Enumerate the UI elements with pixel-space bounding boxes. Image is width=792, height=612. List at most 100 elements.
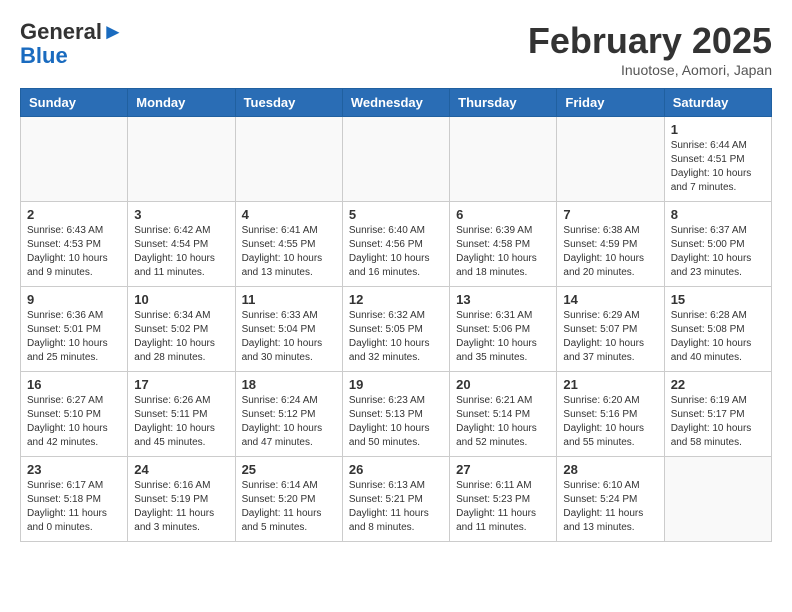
day-info: Sunrise: 6:32 AM Sunset: 5:05 PM Dayligh… bbox=[349, 309, 443, 365]
day-info: Sunrise: 6:44 AM Sunset: 4:51 PM Dayligh… bbox=[671, 139, 765, 195]
day-info: Sunrise: 6:43 AM Sunset: 4:53 PM Dayligh… bbox=[27, 224, 121, 280]
calendar-cell: 19 Sunrise: 6:23 AM Sunset: 5:13 PM Dayli… bbox=[342, 372, 449, 457]
day-info: Sunrise: 6:19 AM Sunset: 5:17 PM Dayligh… bbox=[671, 394, 765, 450]
day-info: Sunrise: 6:42 AM Sunset: 4:54 PM Dayligh… bbox=[134, 224, 228, 280]
day-number: 25 bbox=[242, 462, 336, 477]
day-number: 16 bbox=[27, 377, 121, 392]
calendar-cell bbox=[342, 117, 449, 202]
calendar-cell bbox=[21, 117, 128, 202]
calendar-cell: 20 Sunrise: 6:21 AM Sunset: 5:14 PM Dayli… bbox=[450, 372, 557, 457]
day-number: 6 bbox=[456, 207, 550, 222]
calendar-cell: 13 Sunrise: 6:31 AM Sunset: 5:06 PM Dayli… bbox=[450, 287, 557, 372]
header-day-saturday: Saturday bbox=[664, 89, 771, 117]
day-number: 3 bbox=[134, 207, 228, 222]
day-info: Sunrise: 6:20 AM Sunset: 5:16 PM Dayligh… bbox=[563, 394, 657, 450]
week-row-2: 2 Sunrise: 6:43 AM Sunset: 4:53 PM Daylig… bbox=[21, 202, 772, 287]
day-info: Sunrise: 6:23 AM Sunset: 5:13 PM Dayligh… bbox=[349, 394, 443, 450]
calendar-cell: 7 Sunrise: 6:38 AM Sunset: 4:59 PM Daylig… bbox=[557, 202, 664, 287]
day-info: Sunrise: 6:16 AM Sunset: 5:19 PM Dayligh… bbox=[134, 479, 228, 535]
day-info: Sunrise: 6:21 AM Sunset: 5:14 PM Dayligh… bbox=[456, 394, 550, 450]
calendar-cell: 12Sunrise: 6:32 AM Sunset: 5:05 PM Dayli… bbox=[342, 287, 449, 372]
day-info: Sunrise: 6:34 AM Sunset: 5:02 PM Dayligh… bbox=[134, 309, 228, 365]
day-number: 11 bbox=[242, 292, 336, 307]
calendar-cell bbox=[450, 117, 557, 202]
day-info: Sunrise: 6:37 AM Sunset: 5:00 PM Dayligh… bbox=[671, 224, 765, 280]
calendar-cell: 25 Sunrise: 6:14 AM Sunset: 5:20 PM Dayli… bbox=[235, 457, 342, 542]
day-info: Sunrise: 6:13 AM Sunset: 5:21 PM Dayligh… bbox=[349, 479, 443, 535]
calendar-cell: 15 Sunrise: 6:28 AM Sunset: 5:08 PM Dayli… bbox=[664, 287, 771, 372]
calendar-cell: 5Sunrise: 6:40 AM Sunset: 4:56 PM Daylig… bbox=[342, 202, 449, 287]
day-info: Sunrise: 6:26 AM Sunset: 5:11 PM Dayligh… bbox=[134, 394, 228, 450]
calendar-cell: 27 Sunrise: 6:11 AM Sunset: 5:23 PM Dayli… bbox=[450, 457, 557, 542]
calendar-cell: 17 Sunrise: 6:26 AM Sunset: 5:11 PM Dayli… bbox=[128, 372, 235, 457]
day-info: Sunrise: 6:24 AM Sunset: 5:12 PM Dayligh… bbox=[242, 394, 336, 450]
day-number: 20 bbox=[456, 377, 550, 392]
calendar-cell: 2 Sunrise: 6:43 AM Sunset: 4:53 PM Daylig… bbox=[21, 202, 128, 287]
day-number: 27 bbox=[456, 462, 550, 477]
day-number: 18 bbox=[242, 377, 336, 392]
calendar-cell: 16Sunrise: 6:27 AM Sunset: 5:10 PM Dayli… bbox=[21, 372, 128, 457]
week-row-5: 23 Sunrise: 6:17 AM Sunset: 5:18 PM Dayli… bbox=[21, 457, 772, 542]
day-number: 28 bbox=[563, 462, 657, 477]
calendar-cell: 28 Sunrise: 6:10 AM Sunset: 5:24 PM Dayli… bbox=[557, 457, 664, 542]
day-info: Sunrise: 6:28 AM Sunset: 5:08 PM Dayligh… bbox=[671, 309, 765, 365]
day-info: Sunrise: 6:29 AM Sunset: 5:07 PM Dayligh… bbox=[563, 309, 657, 365]
day-number: 26 bbox=[349, 462, 443, 477]
day-info: Sunrise: 6:11 AM Sunset: 5:23 PM Dayligh… bbox=[456, 479, 550, 535]
day-number: 24 bbox=[134, 462, 228, 477]
day-number: 14 bbox=[563, 292, 657, 307]
day-number: 13 bbox=[456, 292, 550, 307]
week-row-4: 16Sunrise: 6:27 AM Sunset: 5:10 PM Dayli… bbox=[21, 372, 772, 457]
week-row-3: 9 Sunrise: 6:36 AM Sunset: 5:01 PM Daylig… bbox=[21, 287, 772, 372]
calendar-cell: 14 Sunrise: 6:29 AM Sunset: 5:07 PM Dayli… bbox=[557, 287, 664, 372]
day-number: 1 bbox=[671, 122, 765, 137]
header-day-thursday: Thursday bbox=[450, 89, 557, 117]
day-number: 7 bbox=[563, 207, 657, 222]
calendar-cell: 23 Sunrise: 6:17 AM Sunset: 5:18 PM Dayli… bbox=[21, 457, 128, 542]
header-day-tuesday: Tuesday bbox=[235, 89, 342, 117]
header-day-friday: Friday bbox=[557, 89, 664, 117]
day-info: Sunrise: 6:38 AM Sunset: 4:59 PM Dayligh… bbox=[563, 224, 657, 280]
day-info: Sunrise: 6:31 AM Sunset: 5:06 PM Dayligh… bbox=[456, 309, 550, 365]
day-number: 19 bbox=[349, 377, 443, 392]
header-day-monday: Monday bbox=[128, 89, 235, 117]
calendar-cell: 8 Sunrise: 6:37 AM Sunset: 5:00 PM Daylig… bbox=[664, 202, 771, 287]
calendar-cell: 1 Sunrise: 6:44 AM Sunset: 4:51 PM Daylig… bbox=[664, 117, 771, 202]
logo: General► Blue bbox=[20, 20, 124, 68]
calendar-cell: 6 Sunrise: 6:39 AM Sunset: 4:58 PM Daylig… bbox=[450, 202, 557, 287]
day-number: 2 bbox=[27, 207, 121, 222]
week-row-1: 1 Sunrise: 6:44 AM Sunset: 4:51 PM Daylig… bbox=[21, 117, 772, 202]
calendar-cell: 4 Sunrise: 6:41 AM Sunset: 4:55 PM Daylig… bbox=[235, 202, 342, 287]
month-title: February 2025 bbox=[528, 20, 772, 62]
title-block: February 2025 Inuotose, Aomori, Japan bbox=[528, 20, 772, 78]
day-info: Sunrise: 6:36 AM Sunset: 5:01 PM Dayligh… bbox=[27, 309, 121, 365]
calendar-cell: 9 Sunrise: 6:36 AM Sunset: 5:01 PM Daylig… bbox=[21, 287, 128, 372]
day-number: 9 bbox=[27, 292, 121, 307]
day-number: 17 bbox=[134, 377, 228, 392]
calendar-cell bbox=[664, 457, 771, 542]
calendar-cell bbox=[235, 117, 342, 202]
header-row: SundayMondayTuesdayWednesdayThursdayFrid… bbox=[21, 89, 772, 117]
day-number: 23 bbox=[27, 462, 121, 477]
day-number: 5 bbox=[349, 207, 443, 222]
logo-blue: Blue bbox=[20, 43, 68, 68]
day-info: Sunrise: 6:17 AM Sunset: 5:18 PM Dayligh… bbox=[27, 479, 121, 535]
day-info: Sunrise: 6:10 AM Sunset: 5:24 PM Dayligh… bbox=[563, 479, 657, 535]
page-header: General► Blue February 2025 Inuotose, Ao… bbox=[20, 20, 772, 78]
day-info: Sunrise: 6:41 AM Sunset: 4:55 PM Dayligh… bbox=[242, 224, 336, 280]
header-day-sunday: Sunday bbox=[21, 89, 128, 117]
calendar-cell: 11Sunrise: 6:33 AM Sunset: 5:04 PM Dayli… bbox=[235, 287, 342, 372]
day-number: 8 bbox=[671, 207, 765, 222]
calendar-cell bbox=[557, 117, 664, 202]
logo-general: General bbox=[20, 19, 102, 44]
day-number: 21 bbox=[563, 377, 657, 392]
day-info: Sunrise: 6:14 AM Sunset: 5:20 PM Dayligh… bbox=[242, 479, 336, 535]
day-number: 15 bbox=[671, 292, 765, 307]
day-number: 4 bbox=[242, 207, 336, 222]
calendar-cell: 18 Sunrise: 6:24 AM Sunset: 5:12 PM Dayli… bbox=[235, 372, 342, 457]
day-info: Sunrise: 6:39 AM Sunset: 4:58 PM Dayligh… bbox=[456, 224, 550, 280]
calendar-cell: 3 Sunrise: 6:42 AM Sunset: 4:54 PM Daylig… bbox=[128, 202, 235, 287]
calendar-cell: 22Sunrise: 6:19 AM Sunset: 5:17 PM Dayli… bbox=[664, 372, 771, 457]
logo-icon: ► bbox=[102, 19, 124, 44]
calendar-cell bbox=[128, 117, 235, 202]
